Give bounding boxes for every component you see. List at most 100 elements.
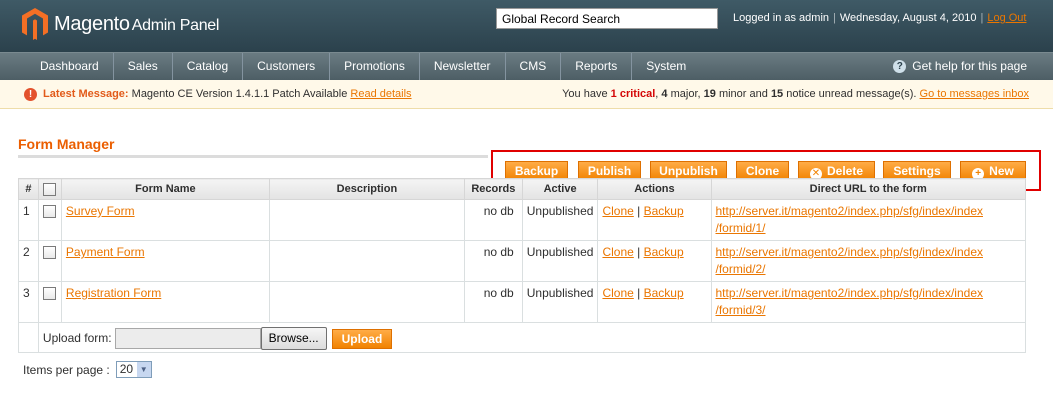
table-row: 1 Survey Form no db Unpublished Clone | … bbox=[18, 199, 1026, 241]
magento-logo-icon bbox=[22, 8, 48, 40]
minor-count: 19 bbox=[703, 88, 716, 100]
nav-item-dashboard[interactable]: Dashboard bbox=[0, 53, 114, 80]
col-header-num[interactable]: # bbox=[18, 178, 39, 200]
col-header-description[interactable]: Description bbox=[268, 178, 465, 200]
col-header-select bbox=[37, 178, 62, 200]
notice-count: 15 bbox=[770, 88, 784, 100]
upload-row: Upload form: Browse... Upload bbox=[18, 322, 1027, 353]
active-cell: Unpublished bbox=[521, 199, 599, 241]
read-details-link[interactable]: Read details bbox=[350, 88, 411, 100]
form-name-cell: Registration Form bbox=[60, 281, 270, 323]
upload-cell: Upload form: Browse... Upload bbox=[37, 322, 1027, 353]
url-cell: http://server.it/magento2/index.php/sfg/… bbox=[710, 281, 1026, 323]
magento-logo[interactable]: Magento Admin Panel bbox=[22, 8, 219, 40]
forms-grid: # Form Name Description Records Active A… bbox=[18, 178, 1027, 353]
col-header-actions: Actions bbox=[597, 178, 712, 200]
backup-link[interactable]: Backup bbox=[644, 286, 684, 300]
content-header: Form Manager Backup Publish Unpublish Cl… bbox=[0, 109, 1053, 191]
form-name-link[interactable]: Registration Form bbox=[66, 286, 161, 300]
nav-item-catalog[interactable]: Catalog bbox=[173, 53, 244, 80]
messages-inbox-link[interactable]: Go to messages inbox bbox=[920, 88, 1029, 100]
clone-link[interactable]: Clone bbox=[602, 286, 633, 300]
url-cell: http://server.it/magento2/index.php/sfg/… bbox=[710, 199, 1026, 241]
current-date: Wednesday, August 4, 2010 bbox=[839, 12, 977, 24]
row-checkbox[interactable] bbox=[42, 287, 56, 300]
nav-item-customers[interactable]: Customers bbox=[243, 53, 331, 80]
critical-count: 1 bbox=[610, 88, 617, 100]
title-divider bbox=[18, 155, 488, 158]
table-row: 3 Registration Form no db Unpublished Cl… bbox=[18, 281, 1026, 323]
col-header-records[interactable]: Records bbox=[463, 178, 523, 200]
col-header-form-name[interactable]: Form Name bbox=[60, 178, 270, 200]
backup-link[interactable]: Backup bbox=[644, 204, 684, 218]
logout-link[interactable]: Log Out bbox=[987, 12, 1026, 24]
nav-item-promotions[interactable]: Promotions bbox=[330, 53, 420, 80]
form-url-link[interactable]: http://server.it/magento2/index.php/sfg/… bbox=[716, 286, 984, 317]
row-select-cell bbox=[37, 281, 62, 323]
select-all-checkbox[interactable] bbox=[43, 182, 57, 196]
actions-cell: Clone | Backup bbox=[597, 199, 712, 241]
help-text: Get help for this page bbox=[912, 59, 1027, 73]
form-name-cell: Survey Form bbox=[60, 199, 270, 241]
help-link[interactable]: ? Get help for this page bbox=[893, 53, 1027, 80]
nav-item-system[interactable]: System bbox=[632, 53, 700, 80]
logo-text: Magento Admin Panel bbox=[54, 12, 220, 35]
latest-message: Latest Message: Magento CE Version 1.4.1… bbox=[43, 88, 412, 100]
active-cell: Unpublished bbox=[521, 240, 599, 282]
active-cell: Unpublished bbox=[521, 281, 599, 323]
table-row: 2 Payment Form no db Unpublished Clone |… bbox=[18, 240, 1026, 282]
backup-link[interactable]: Backup bbox=[644, 245, 684, 259]
global-search-input[interactable] bbox=[496, 8, 718, 29]
row-checkbox[interactable] bbox=[42, 205, 56, 218]
latest-message-text: Magento CE Version 1.4.1.1 Patch Availab… bbox=[131, 88, 348, 100]
nav-item-newsletter[interactable]: Newsletter bbox=[420, 53, 506, 80]
records-cell: no db bbox=[463, 199, 523, 241]
records-cell: no db bbox=[463, 281, 523, 323]
chevron-down-icon: ▼ bbox=[136, 362, 151, 377]
upload-file-input[interactable] bbox=[114, 328, 261, 349]
col-header-active[interactable]: Active bbox=[521, 178, 599, 200]
upload-spacer bbox=[18, 322, 39, 353]
logged-in-text: Logged in as admin bbox=[733, 12, 830, 24]
user-info: Logged in as admin | Wednesday, August 4, … bbox=[733, 12, 1027, 24]
help-icon: ? bbox=[893, 60, 907, 73]
message-summary: You have 1 critical, 4 major, 19 minor a… bbox=[562, 88, 1029, 100]
form-name-link[interactable]: Survey Form bbox=[66, 204, 135, 218]
items-per-page-select[interactable]: 20 ▼ bbox=[115, 361, 152, 378]
alert-icon: ! bbox=[24, 88, 37, 101]
grid-header-row: # Form Name Description Records Active A… bbox=[18, 178, 1026, 200]
nav-item-reports[interactable]: Reports bbox=[561, 53, 633, 80]
description-cell bbox=[268, 199, 465, 241]
nav-item-sales[interactable]: Sales bbox=[114, 53, 173, 80]
browse-button[interactable]: Browse... bbox=[260, 327, 327, 350]
main-nav: Dashboard Sales Catalog Customers Promot… bbox=[0, 52, 1053, 80]
row-select-cell bbox=[37, 240, 62, 282]
items-per-page: Items per page : 20 ▼ bbox=[23, 361, 152, 378]
description-cell bbox=[268, 281, 465, 323]
row-number: 3 bbox=[18, 281, 39, 323]
actions-cell: Clone | Backup bbox=[597, 240, 712, 282]
page-title: Form Manager bbox=[18, 136, 115, 152]
form-url-link[interactable]: http://server.it/magento2/index.php/sfg/… bbox=[716, 245, 984, 276]
latest-message-label: Latest Message: bbox=[43, 88, 129, 100]
clone-link[interactable]: Clone bbox=[602, 204, 633, 218]
header-bar: MagentoAdmin Panel Logged in as admin|We… bbox=[0, 0, 1053, 52]
form-name-link[interactable]: Payment Form bbox=[66, 245, 145, 259]
clone-link[interactable]: Clone bbox=[602, 245, 633, 259]
row-select-cell bbox=[37, 199, 62, 241]
description-cell bbox=[268, 240, 465, 282]
upload-button[interactable]: Upload bbox=[331, 328, 393, 349]
row-number: 1 bbox=[18, 199, 39, 241]
records-cell: no db bbox=[463, 240, 523, 282]
url-cell: http://server.it/magento2/index.php/sfg/… bbox=[710, 240, 1026, 282]
row-number: 2 bbox=[18, 240, 39, 282]
message-bar: ! Latest Message: Magento CE Version 1.4… bbox=[0, 80, 1053, 109]
form-url-link[interactable]: http://server.it/magento2/index.php/sfg/… bbox=[716, 204, 984, 235]
actions-cell: Clone | Backup bbox=[597, 281, 712, 323]
col-header-url: Direct URL to the form bbox=[710, 178, 1026, 200]
major-count: 4 bbox=[661, 88, 668, 100]
nav-item-cms[interactable]: CMS bbox=[506, 53, 562, 80]
items-per-page-label: Items per page : bbox=[23, 362, 110, 377]
upload-label: Upload form: bbox=[42, 331, 112, 345]
row-checkbox[interactable] bbox=[42, 246, 56, 259]
